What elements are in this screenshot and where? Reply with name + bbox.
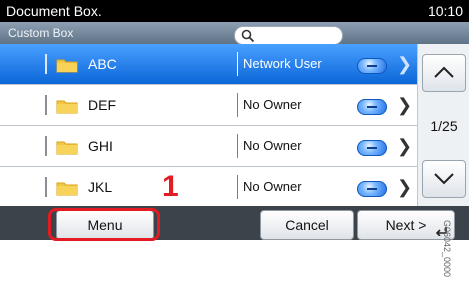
box-category-label: Custom Box	[8, 26, 74, 40]
details-icon[interactable]	[357, 140, 387, 156]
list-item[interactable]: JKL No Owner ❯	[0, 167, 417, 208]
box-owner: No Owner	[243, 138, 302, 153]
chevron-right-icon[interactable]: ❯	[397, 177, 412, 198]
document-box-screen: Document Box. 10:10 Custom Box ABC Netwo…	[0, 0, 469, 240]
figure-code: G06042_0000	[442, 220, 452, 278]
row-divider	[45, 95, 47, 115]
chevron-right-icon[interactable]: ❯	[397, 95, 412, 116]
box-owner: No Owner	[243, 179, 302, 194]
menu-highlight-frame	[48, 208, 160, 241]
folder-icon	[56, 100, 78, 114]
details-icon[interactable]	[357, 181, 387, 197]
step-callout: 1	[162, 170, 179, 203]
row-divider	[45, 136, 47, 156]
pager: 1/25	[417, 44, 469, 206]
row-divider	[45, 54, 47, 74]
clock: 10:10	[427, 3, 463, 19]
column-divider	[237, 52, 238, 76]
search-icon	[241, 29, 255, 43]
folder-icon	[56, 59, 78, 73]
box-name: ABC	[88, 56, 117, 72]
box-owner: No Owner	[243, 97, 302, 112]
next-button[interactable]: Next >	[357, 210, 455, 240]
scroll-down-button[interactable]	[422, 160, 466, 198]
screen-title: Document Box.	[6, 3, 102, 19]
cancel-button[interactable]: Cancel	[260, 210, 354, 240]
chevron-down-icon	[434, 173, 454, 185]
folder-icon	[56, 182, 78, 196]
list-item[interactable]: ABC Network User ❯	[0, 44, 417, 85]
scroll-up-button[interactable]	[422, 54, 466, 92]
box-name: GHI	[88, 138, 113, 154]
box-owner: Network User	[243, 56, 322, 71]
chevron-right-icon[interactable]: ❯	[397, 54, 412, 75]
search-field[interactable]	[234, 26, 343, 45]
column-divider	[237, 134, 238, 158]
column-divider	[237, 175, 238, 199]
box-list: ABC Network User ❯ DEF No Owner ❯ GHI No…	[0, 44, 417, 208]
title-bar: Document Box. 10:10	[0, 0, 469, 22]
chevron-right-icon[interactable]: ❯	[397, 136, 412, 157]
box-name: DEF	[88, 97, 116, 113]
details-icon[interactable]	[357, 58, 387, 74]
column-divider	[237, 93, 238, 117]
sub-header: Custom Box	[0, 22, 469, 45]
list-item[interactable]: GHI No Owner ❯	[0, 126, 417, 167]
details-icon[interactable]	[357, 99, 387, 115]
box-name: JKL	[88, 179, 113, 195]
next-button-label: Next >	[385, 217, 427, 233]
chevron-up-icon	[434, 66, 454, 78]
page-indicator: 1/25	[430, 118, 458, 134]
folder-icon	[56, 141, 78, 155]
row-divider	[45, 177, 47, 197]
list-item[interactable]: DEF No Owner ❯	[0, 85, 417, 126]
